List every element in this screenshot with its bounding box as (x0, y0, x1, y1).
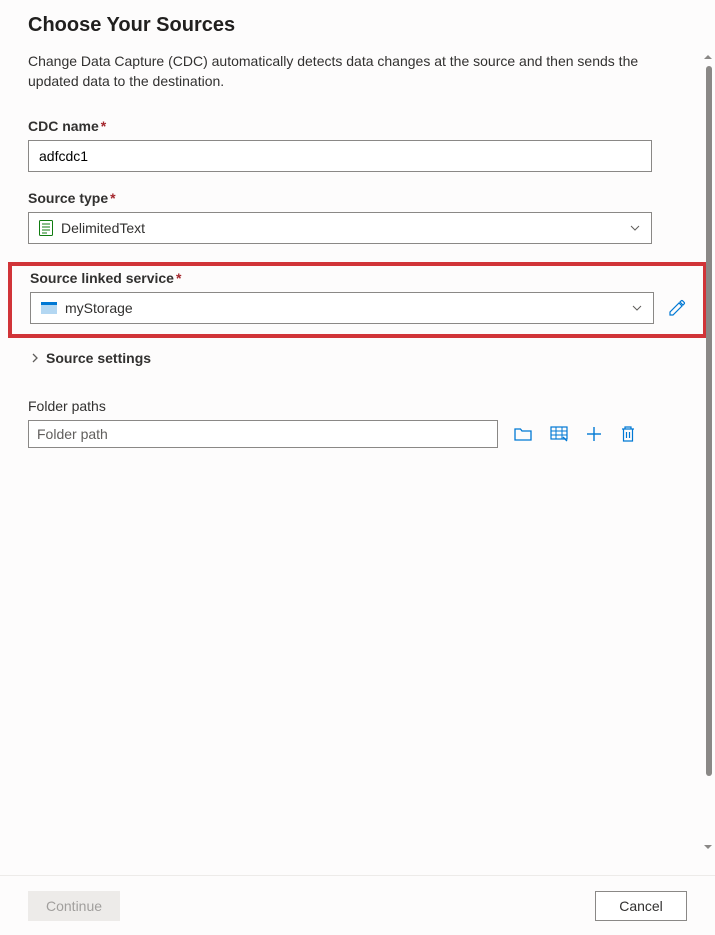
folder-paths-field: Folder paths (28, 398, 687, 448)
scroll-down-icon (703, 842, 713, 852)
chevron-right-icon (30, 353, 40, 363)
continue-button[interactable]: Continue (28, 891, 120, 921)
folder-paths-label: Folder paths (28, 398, 687, 414)
linked-service-label-text: Source linked service (30, 270, 174, 286)
page-title: Choose Your Sources (28, 14, 687, 37)
required-indicator: * (176, 270, 181, 286)
source-type-label: Source type* (28, 190, 687, 206)
folder-path-input[interactable] (28, 420, 498, 448)
source-type-label-text: Source type (28, 190, 108, 206)
linked-service-label: Source linked service* (30, 270, 685, 286)
scrollbar[interactable] (703, 52, 713, 852)
source-type-select[interactable]: DelimitedText (28, 212, 652, 244)
linked-service-select[interactable]: myStorage (30, 292, 654, 324)
source-settings-label: Source settings (46, 350, 151, 366)
scrollbar-thumb[interactable] (706, 66, 712, 776)
preview-data-button[interactable] (548, 424, 570, 444)
cdc-name-input[interactable] (28, 140, 652, 172)
footer: Continue Cancel (0, 875, 715, 935)
pencil-icon (668, 299, 686, 317)
plus-icon (586, 426, 602, 442)
cdc-name-field: CDC name* (28, 118, 687, 172)
linked-service-highlight: Source linked service* myStorage (8, 262, 707, 338)
cdc-name-label: CDC name* (28, 118, 687, 134)
chevron-down-icon (629, 222, 641, 234)
linked-service-field: Source linked service* myStorage (30, 270, 685, 324)
trash-icon (620, 425, 636, 443)
source-settings-expander[interactable]: Source settings (28, 350, 687, 366)
cancel-button[interactable]: Cancel (595, 891, 687, 921)
source-type-field: Source type* DelimitedText (28, 190, 687, 244)
required-indicator: * (101, 118, 106, 134)
page-description: Change Data Capture (CDC) automatically … (28, 51, 668, 92)
chevron-down-icon (631, 302, 643, 314)
cdc-name-label-text: CDC name (28, 118, 99, 134)
add-folder-button[interactable] (584, 424, 604, 444)
table-icon (550, 426, 568, 442)
delimited-text-icon (39, 220, 53, 236)
folder-icon (514, 426, 532, 442)
browse-folder-button[interactable] (512, 424, 534, 444)
delete-folder-button[interactable] (618, 423, 638, 445)
linked-service-value: myStorage (65, 300, 133, 316)
required-indicator: * (110, 190, 115, 206)
storage-icon (41, 302, 57, 314)
scroll-up-icon (703, 52, 713, 62)
source-type-value: DelimitedText (61, 220, 145, 236)
edit-linked-service-button[interactable] (664, 295, 690, 321)
